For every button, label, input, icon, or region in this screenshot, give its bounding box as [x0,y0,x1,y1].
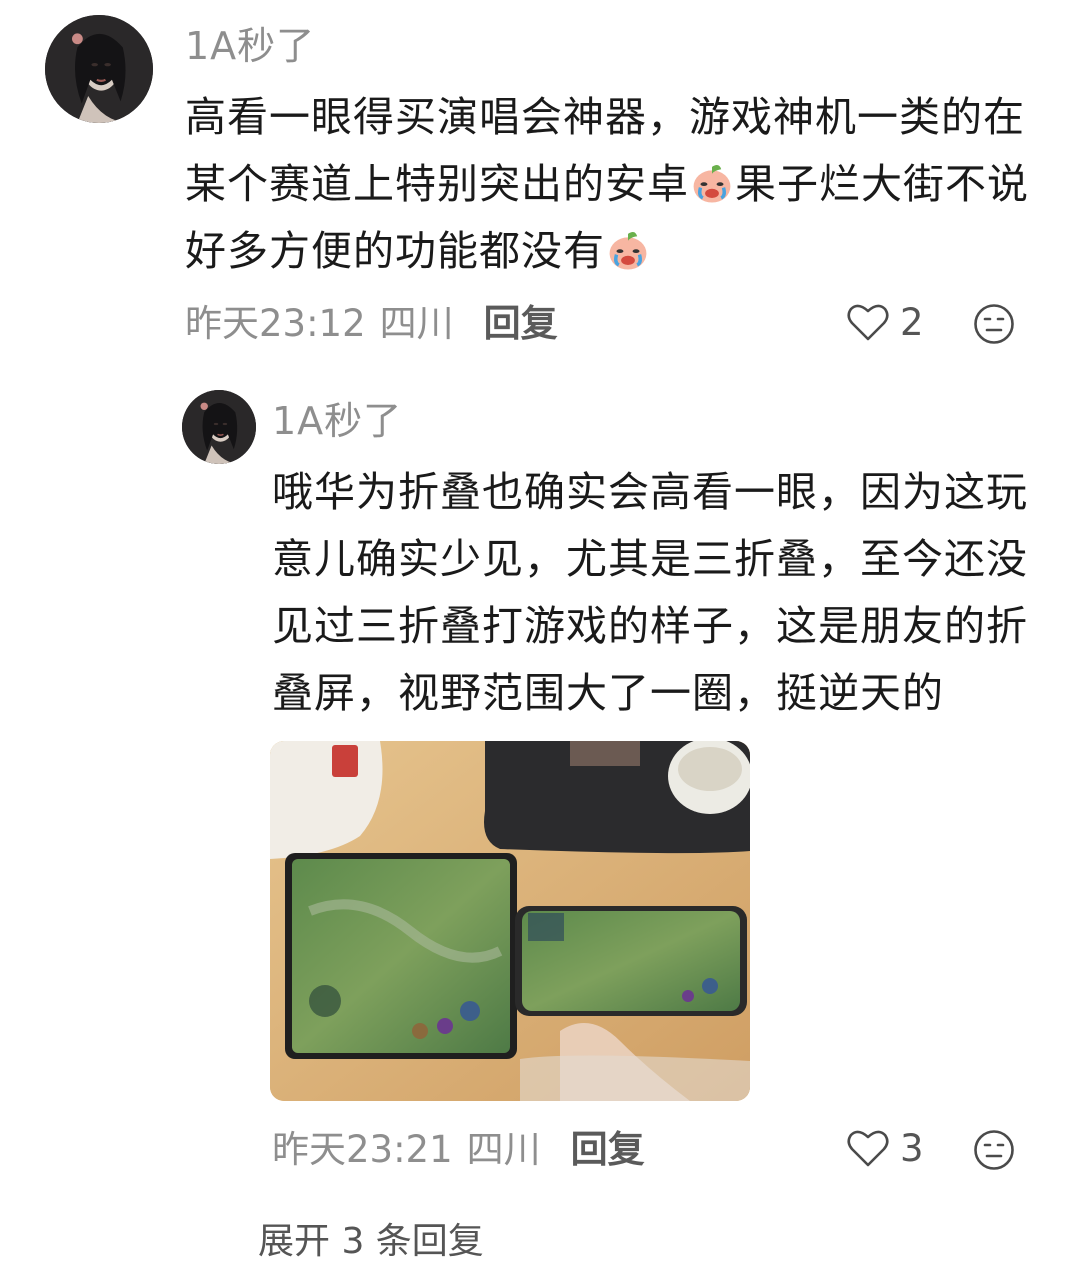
crying-peach-emoji-icon [689,159,735,205]
comment-meta: 昨天23:12 四川 回复 [185,305,558,342]
expand-replies-button[interactable]: 展开 3 条回复 [258,1224,484,1260]
avatar[interactable] [45,15,153,123]
username[interactable]: 1A秒了 [185,27,315,65]
like-button[interactable]: 3 [846,1128,924,1168]
comment-text: 高看一眼得买演唱会神器，游戏神机一类的在某个赛道上特别突出的安卓 果子烂大街不说好… [185,84,1045,285]
like-count: 2 [900,300,924,344]
comment-text: 哦华为折叠也确实会高看一眼，因为这玩意儿确实少见，尤其是三折叠，至今还没见过三折… [272,468,1028,717]
neutral-face-icon[interactable] [973,1129,1015,1171]
avatar[interactable] [182,390,256,464]
heart-outline-icon [847,1130,889,1167]
comment-meta: 昨天23:21 四川 回复 [272,1131,645,1168]
comment-time: 昨天23:12 [185,302,366,345]
comment-item: 1A秒了 高看一眼得买演唱会神器，游戏神机一类的在某个赛道上特别突出的安卓 果子烂… [0,0,1080,360]
reply-button[interactable]: 回复 [571,1131,645,1168]
like-button[interactable]: 2 [846,302,924,342]
crying-peach-emoji-icon [605,226,651,272]
username[interactable]: 1A秒了 [272,402,402,440]
heart-outline-icon [847,304,889,341]
neutral-face-icon[interactable] [973,303,1015,345]
comment-location: 四川 [379,302,454,345]
reply-button[interactable]: 回复 [484,305,558,342]
like-count: 3 [900,1126,924,1170]
comment-time: 昨天23:21 [272,1128,453,1171]
reply-item: 1A秒了 哦华为折叠也确实会高看一眼，因为这玩意儿确实少见，尤其是三折叠，至今还… [0,360,1080,1260]
attached-photo[interactable] [270,741,750,1101]
comment-location: 四川 [466,1128,541,1171]
